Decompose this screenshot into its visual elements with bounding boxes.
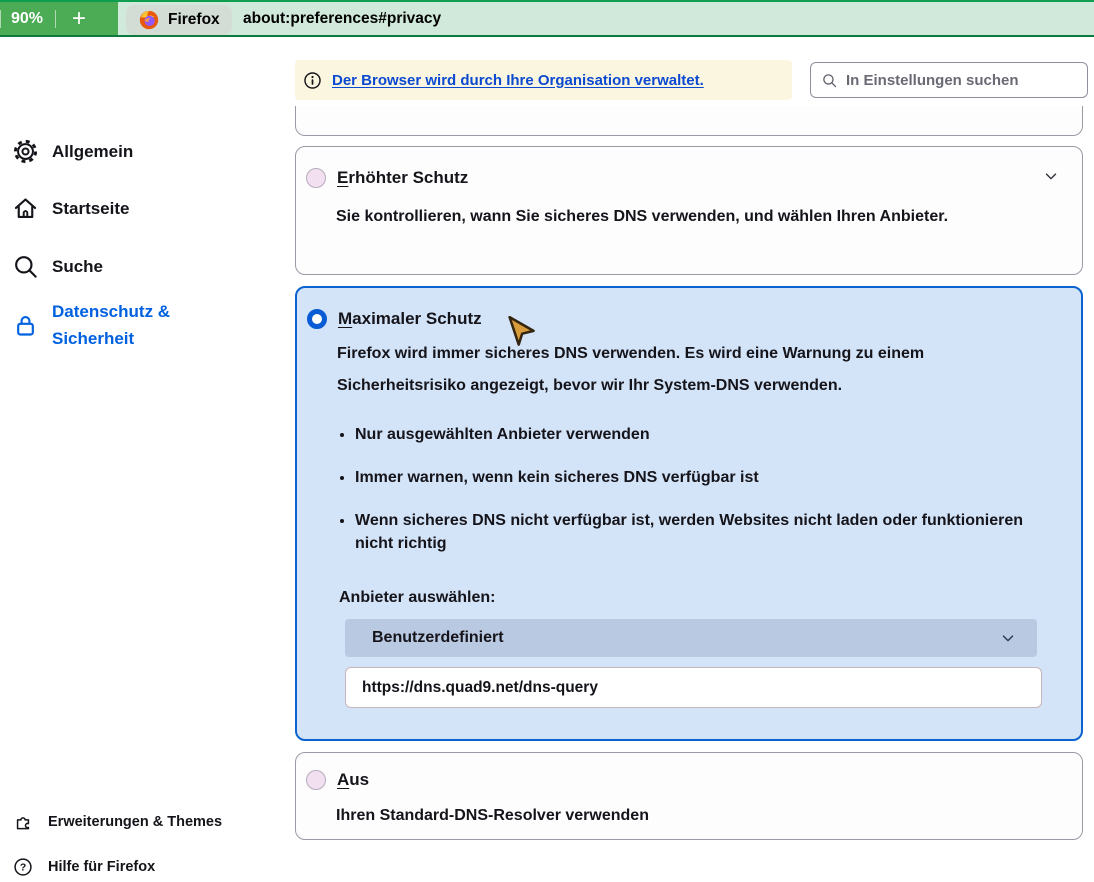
dns-option-maximaler-schutz[interactable]: Maximaler Schutz Firefox wird immer sich… <box>295 286 1083 741</box>
settings-search-box[interactable] <box>810 62 1088 98</box>
managed-browser-link[interactable]: Der Browser wird durch Ihre Organisation… <box>332 72 704 89</box>
provider-select-label: Anbieter auswählen: <box>339 589 1081 607</box>
option-description: Firefox wird immer sicheres DNS verwende… <box>337 338 1045 402</box>
lock-icon <box>12 312 39 339</box>
radio-aus[interactable] <box>306 770 326 790</box>
tab-label: Firefox <box>168 11 220 29</box>
option-description: Sie kontrollieren, wann Sie sicheres DNS… <box>336 201 981 233</box>
new-tab-button[interactable]: + <box>56 4 102 34</box>
previous-option-card-edge <box>295 106 1083 136</box>
option-title: Erhöhter Schutz <box>337 168 468 188</box>
chevron-down-icon <box>999 629 1017 647</box>
bullet-item: Nur ausgewählten Anbieter verwenden <box>355 423 1045 446</box>
firefox-logo-icon <box>138 9 160 31</box>
sidebar-item-label: Startseite <box>52 199 129 219</box>
provider-selected-value: Benutzerdefiniert <box>372 629 504 647</box>
zoom-level-badge[interactable]: 90% <box>1 10 55 28</box>
dns-option-aus[interactable]: Aus Ihren Standard-DNS-Resolver verwende… <box>295 752 1083 840</box>
option-title: Maximaler Schutz <box>338 309 482 329</box>
option-title: Aus <box>337 770 369 790</box>
puzzle-icon <box>13 812 33 832</box>
radio-maximaler-schutz[interactable] <box>307 309 327 329</box>
sidebar-item-suche[interactable]: Suche <box>12 253 103 280</box>
radio-erhoehter-schutz[interactable] <box>306 168 326 188</box>
custom-dns-url-input[interactable] <box>345 667 1042 708</box>
option-header[interactable]: Aus <box>306 770 1058 790</box>
sidebar-item-startseite[interactable]: Startseite <box>12 195 129 222</box>
home-icon <box>12 195 39 222</box>
sidebar-item-label: Erweiterungen & Themes <box>48 814 222 830</box>
sidebar-item-erweiterungen[interactable]: Erweiterungen & Themes <box>13 812 222 832</box>
toolbar-left-section: 90% + <box>0 2 118 35</box>
search-input[interactable] <box>846 72 1077 89</box>
svg-text:?: ? <box>20 863 26 874</box>
browser-tab[interactable]: Firefox <box>126 5 232 35</box>
sidebar-item-label: Hilfe für Firefox <box>48 859 155 875</box>
bullet-item: Wenn sicheres DNS nicht verfügbar ist, w… <box>355 509 1045 555</box>
search-icon <box>821 72 838 89</box>
option-description: Ihren Standard-DNS-Resolver verwenden <box>336 804 1058 828</box>
option-header[interactable]: Erhöhter Schutz <box>306 168 1058 188</box>
sidebar-item-label: Suche <box>52 257 103 277</box>
sidebar-item-allgemein[interactable]: Allgemein <box>12 138 133 165</box>
sidebar-item-label: Allgemein <box>52 142 133 162</box>
question-icon: ? <box>13 857 33 877</box>
option-header[interactable]: Maximaler Schutz <box>307 309 1057 329</box>
chevron-down-icon[interactable] <box>1042 167 1060 185</box>
search-icon <box>12 253 39 280</box>
recording-toolbar: 90% + Firefox about:preferences#privacy <box>0 0 1094 37</box>
url-bar[interactable]: about:preferences#privacy <box>243 2 441 35</box>
option-bullet-list: Nur ausgewählten Anbieter verwenden Imme… <box>355 423 1045 555</box>
sidebar-item-datenschutz[interactable]: Datenschutz & Sicherheit <box>12 298 232 352</box>
managed-browser-notification: Der Browser wird durch Ihre Organisation… <box>295 60 792 100</box>
sidebar-item-label: Datenschutz & Sicherheit <box>52 298 232 352</box>
gear-icon <box>12 138 39 165</box>
dns-option-erhoehter-schutz[interactable]: Erhöhter Schutz Sie kontrollieren, wann … <box>295 146 1083 275</box>
bullet-item: Immer warnen, wenn kein sicheres DNS ver… <box>355 466 1045 489</box>
info-icon <box>303 71 322 90</box>
sidebar-item-hilfe[interactable]: ? Hilfe für Firefox <box>13 857 155 877</box>
provider-select-dropdown[interactable]: Benutzerdefiniert <box>345 619 1037 657</box>
